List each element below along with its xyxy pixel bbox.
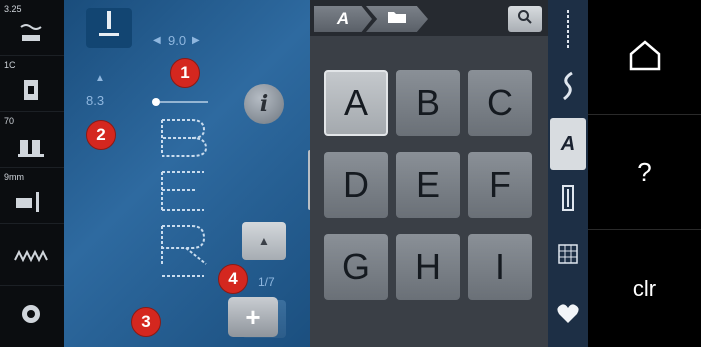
feed-dog-icon <box>8 242 54 270</box>
letter-key-a[interactable]: A <box>324 70 388 136</box>
alphabet-toolbar: A <box>310 0 548 36</box>
tension-icon <box>8 300 54 328</box>
stitch-plate-size: 9mm <box>4 172 24 182</box>
length-up-arrow[interactable]: ▲ <box>95 73 105 84</box>
callout-number: 1 <box>180 63 190 82</box>
plus-label: + <box>245 301 261 332</box>
letter-key-d[interactable]: D <box>324 152 388 218</box>
callout-badge-4: 4 <box>218 264 248 294</box>
buttonholes-icon <box>562 184 574 216</box>
needle-icon <box>8 132 54 160</box>
sewing-foot-icon <box>8 76 54 104</box>
chevron-up-icon: ▲ <box>258 234 270 248</box>
category-quilt[interactable] <box>550 230 586 282</box>
letter-key-i[interactable]: I <box>468 234 532 300</box>
decorative-stitches-icon <box>560 71 576 106</box>
page-counter: 1/7 <box>258 275 275 289</box>
callout-number: 4 <box>228 269 238 288</box>
callout-number: 3 <box>141 312 151 331</box>
stitch-width-value: 9.0 <box>168 33 187 48</box>
letter-key-h[interactable]: H <box>396 234 460 300</box>
presser-foot-icon <box>8 20 54 48</box>
info-label: i <box>259 91 269 117</box>
clear-label: clr <box>632 275 657 301</box>
presser-foot-button[interactable]: 1C <box>0 56 64 112</box>
category-utility[interactable] <box>550 6 586 58</box>
category-alphabets[interactable]: A <box>550 118 586 170</box>
alphabet-panel: A A B C D E F G H I <box>310 0 548 347</box>
feed-dog-button[interactable] <box>0 224 64 286</box>
folder-icon <box>387 10 407 29</box>
key-label: E <box>415 164 440 205</box>
needle-position-icon <box>97 10 121 46</box>
letter-key-g[interactable]: G <box>324 234 388 300</box>
letter-key-e[interactable]: E <box>396 152 460 218</box>
key-label: A <box>343 82 368 123</box>
key-label: H <box>415 246 441 287</box>
add-button[interactable]: + <box>228 297 278 337</box>
width-increase-arrow[interactable]: ▶ <box>192 35 200 46</box>
presser-foot-pressure-value: 3.25 <box>4 4 22 14</box>
presser-foot-number: 1C <box>4 60 16 70</box>
key-label: G <box>341 246 370 287</box>
home-button[interactable] <box>588 0 701 115</box>
stitch-category-bar: A <box>548 0 588 347</box>
stitch-plate-icon <box>8 188 54 216</box>
tension-button[interactable] <box>0 286 64 347</box>
needle-size: 70 <box>4 116 15 126</box>
presser-foot-pressure-button[interactable]: 3.25 <box>0 0 64 56</box>
key-label: F <box>489 164 511 205</box>
crumb-font-label: A <box>336 9 350 28</box>
category-buttonholes[interactable] <box>550 174 586 226</box>
help-label: ? <box>637 156 652 187</box>
crumb-folder[interactable] <box>366 6 428 32</box>
category-decorative[interactable] <box>550 62 586 114</box>
needle-position-button[interactable] <box>86 8 132 48</box>
needle-button[interactable]: 70 <box>0 112 64 168</box>
category-personal[interactable] <box>550 290 586 342</box>
help-button[interactable]: ? <box>588 115 701 230</box>
width-decrease-arrow[interactable]: ◀ <box>153 35 161 46</box>
status-sidebar: 3.25 1C 70 9mm <box>0 0 64 347</box>
heart-icon <box>557 303 579 329</box>
key-label: C <box>487 82 513 123</box>
search-button[interactable] <box>508 6 542 32</box>
utility-stitches-icon <box>563 9 573 55</box>
key-label: D <box>343 164 369 205</box>
stitch-preview <box>152 92 212 282</box>
clear-button[interactable]: clr <box>588 230 701 347</box>
stitch-length-value: 8.3 <box>86 93 105 108</box>
letter-key-c[interactable]: C <box>468 70 532 136</box>
quilt-stitches-icon <box>558 243 578 269</box>
letter-key-b[interactable]: B <box>396 70 460 136</box>
home-icon <box>628 39 662 76</box>
stitch-edit-area: ◀ 9.0 ▶ ▲ 8.3 i ▲ ▼ 1/7 + <box>64 0 310 347</box>
callout-badge-2: 2 <box>86 120 116 150</box>
stitch-plate-button[interactable]: 9mm <box>0 168 64 224</box>
callout-badge-3: 3 <box>131 307 161 337</box>
callout-number: 2 <box>96 125 106 144</box>
info-button[interactable]: i <box>244 84 284 124</box>
letter-key-f[interactable]: F <box>468 152 532 218</box>
key-label: B <box>415 82 440 123</box>
scroll-up-button[interactable]: ▲ <box>242 222 286 260</box>
key-label: I <box>494 246 505 287</box>
navigation-bar: ? clr <box>588 0 701 347</box>
alphabets-icon: A <box>560 132 576 155</box>
search-icon <box>517 9 533 30</box>
callout-badge-1: 1 <box>170 58 200 88</box>
crumb-font[interactable]: A <box>314 6 372 32</box>
